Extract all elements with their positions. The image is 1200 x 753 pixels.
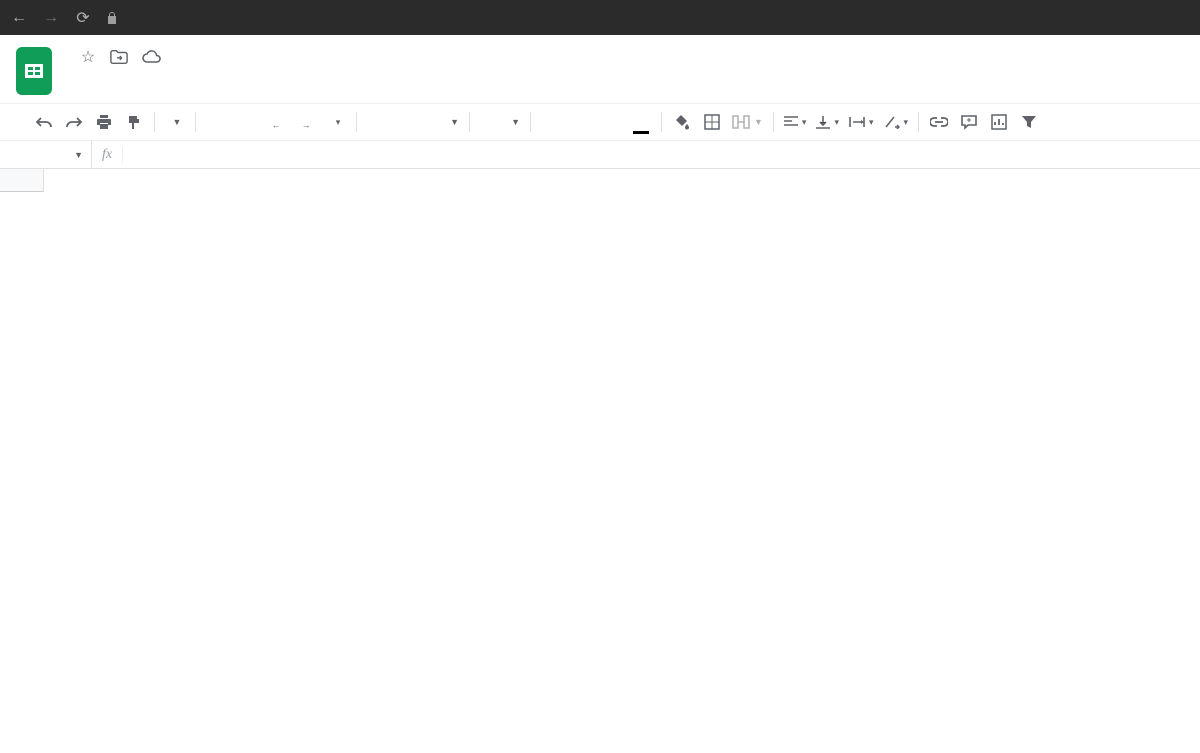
strikethrough-button[interactable] (597, 108, 625, 136)
insert-link-button[interactable] (925, 108, 953, 136)
name-box[interactable]: ▼ (0, 141, 92, 168)
horizontal-align-button[interactable]: ▾ (780, 108, 811, 136)
move-icon[interactable] (110, 49, 130, 65)
formula-bar-row: ▼ fx (0, 141, 1200, 169)
browser-forward-button[interactable]: → (42, 9, 60, 27)
decrease-decimal-button[interactable]: ← (262, 108, 290, 136)
title-bar: ☆ (0, 35, 1200, 95)
menu-bar (66, 73, 240, 81)
menu-format[interactable] (138, 73, 154, 81)
menu-data[interactable] (156, 73, 172, 81)
redo-button[interactable] (60, 108, 88, 136)
select-all-cells[interactable] (0, 169, 44, 192)
browser-nav-bar: ← → ⟳ (0, 0, 1200, 35)
filter-button[interactable] (1015, 108, 1043, 136)
insert-chart-button[interactable] (985, 108, 1013, 136)
browser-url-bar[interactable] (106, 11, 1190, 25)
italic-button[interactable] (567, 108, 595, 136)
increase-decimal-button[interactable]: → (292, 108, 320, 136)
currency-button[interactable] (202, 108, 230, 136)
formula-bar-input[interactable] (123, 141, 1200, 168)
fill-color-button[interactable] (668, 108, 696, 136)
menu-help[interactable] (210, 73, 226, 81)
lock-icon (106, 11, 118, 25)
star-icon[interactable]: ☆ (78, 47, 98, 67)
menu-tools[interactable] (174, 73, 190, 81)
vertical-align-button[interactable]: ▾ (812, 108, 843, 136)
text-color-button[interactable] (627, 108, 655, 136)
menu-edit[interactable] (84, 73, 100, 81)
paint-format-button[interactable] (120, 108, 148, 136)
borders-button[interactable] (698, 108, 726, 136)
bold-button[interactable] (537, 108, 565, 136)
font-size-select[interactable]: ▼ (476, 108, 524, 136)
text-rotation-button[interactable]: ▾ (880, 108, 913, 136)
browser-back-button[interactable]: ← (10, 9, 28, 27)
sheets-logo[interactable] (16, 47, 52, 95)
fx-icon: fx (92, 147, 123, 163)
percent-button[interactable] (232, 108, 260, 136)
row-headers (0, 192, 44, 753)
text-wrap-button[interactable]: ▾ (845, 108, 878, 136)
print-button[interactable] (90, 108, 118, 136)
undo-button[interactable] (30, 108, 58, 136)
toolbar: ▼ ← → ▾ ▼ ▼ ▼ ▾ ▾ ▾ ▾ (0, 103, 1200, 141)
insert-comment-button[interactable] (955, 108, 983, 136)
browser-reload-button[interactable]: ⟳ (74, 8, 92, 28)
menu-view[interactable] (102, 73, 118, 81)
more-formats-button[interactable]: ▾ (322, 108, 350, 136)
menu-file[interactable] (66, 73, 82, 81)
font-select[interactable]: ▼ (363, 108, 463, 136)
zoom-select[interactable]: ▼ (161, 108, 189, 136)
menu-insert[interactable] (120, 73, 136, 81)
merge-cells-button[interactable]: ▼ (728, 108, 767, 136)
menu-addons[interactable] (192, 73, 208, 81)
cloud-status-icon[interactable] (142, 50, 162, 64)
